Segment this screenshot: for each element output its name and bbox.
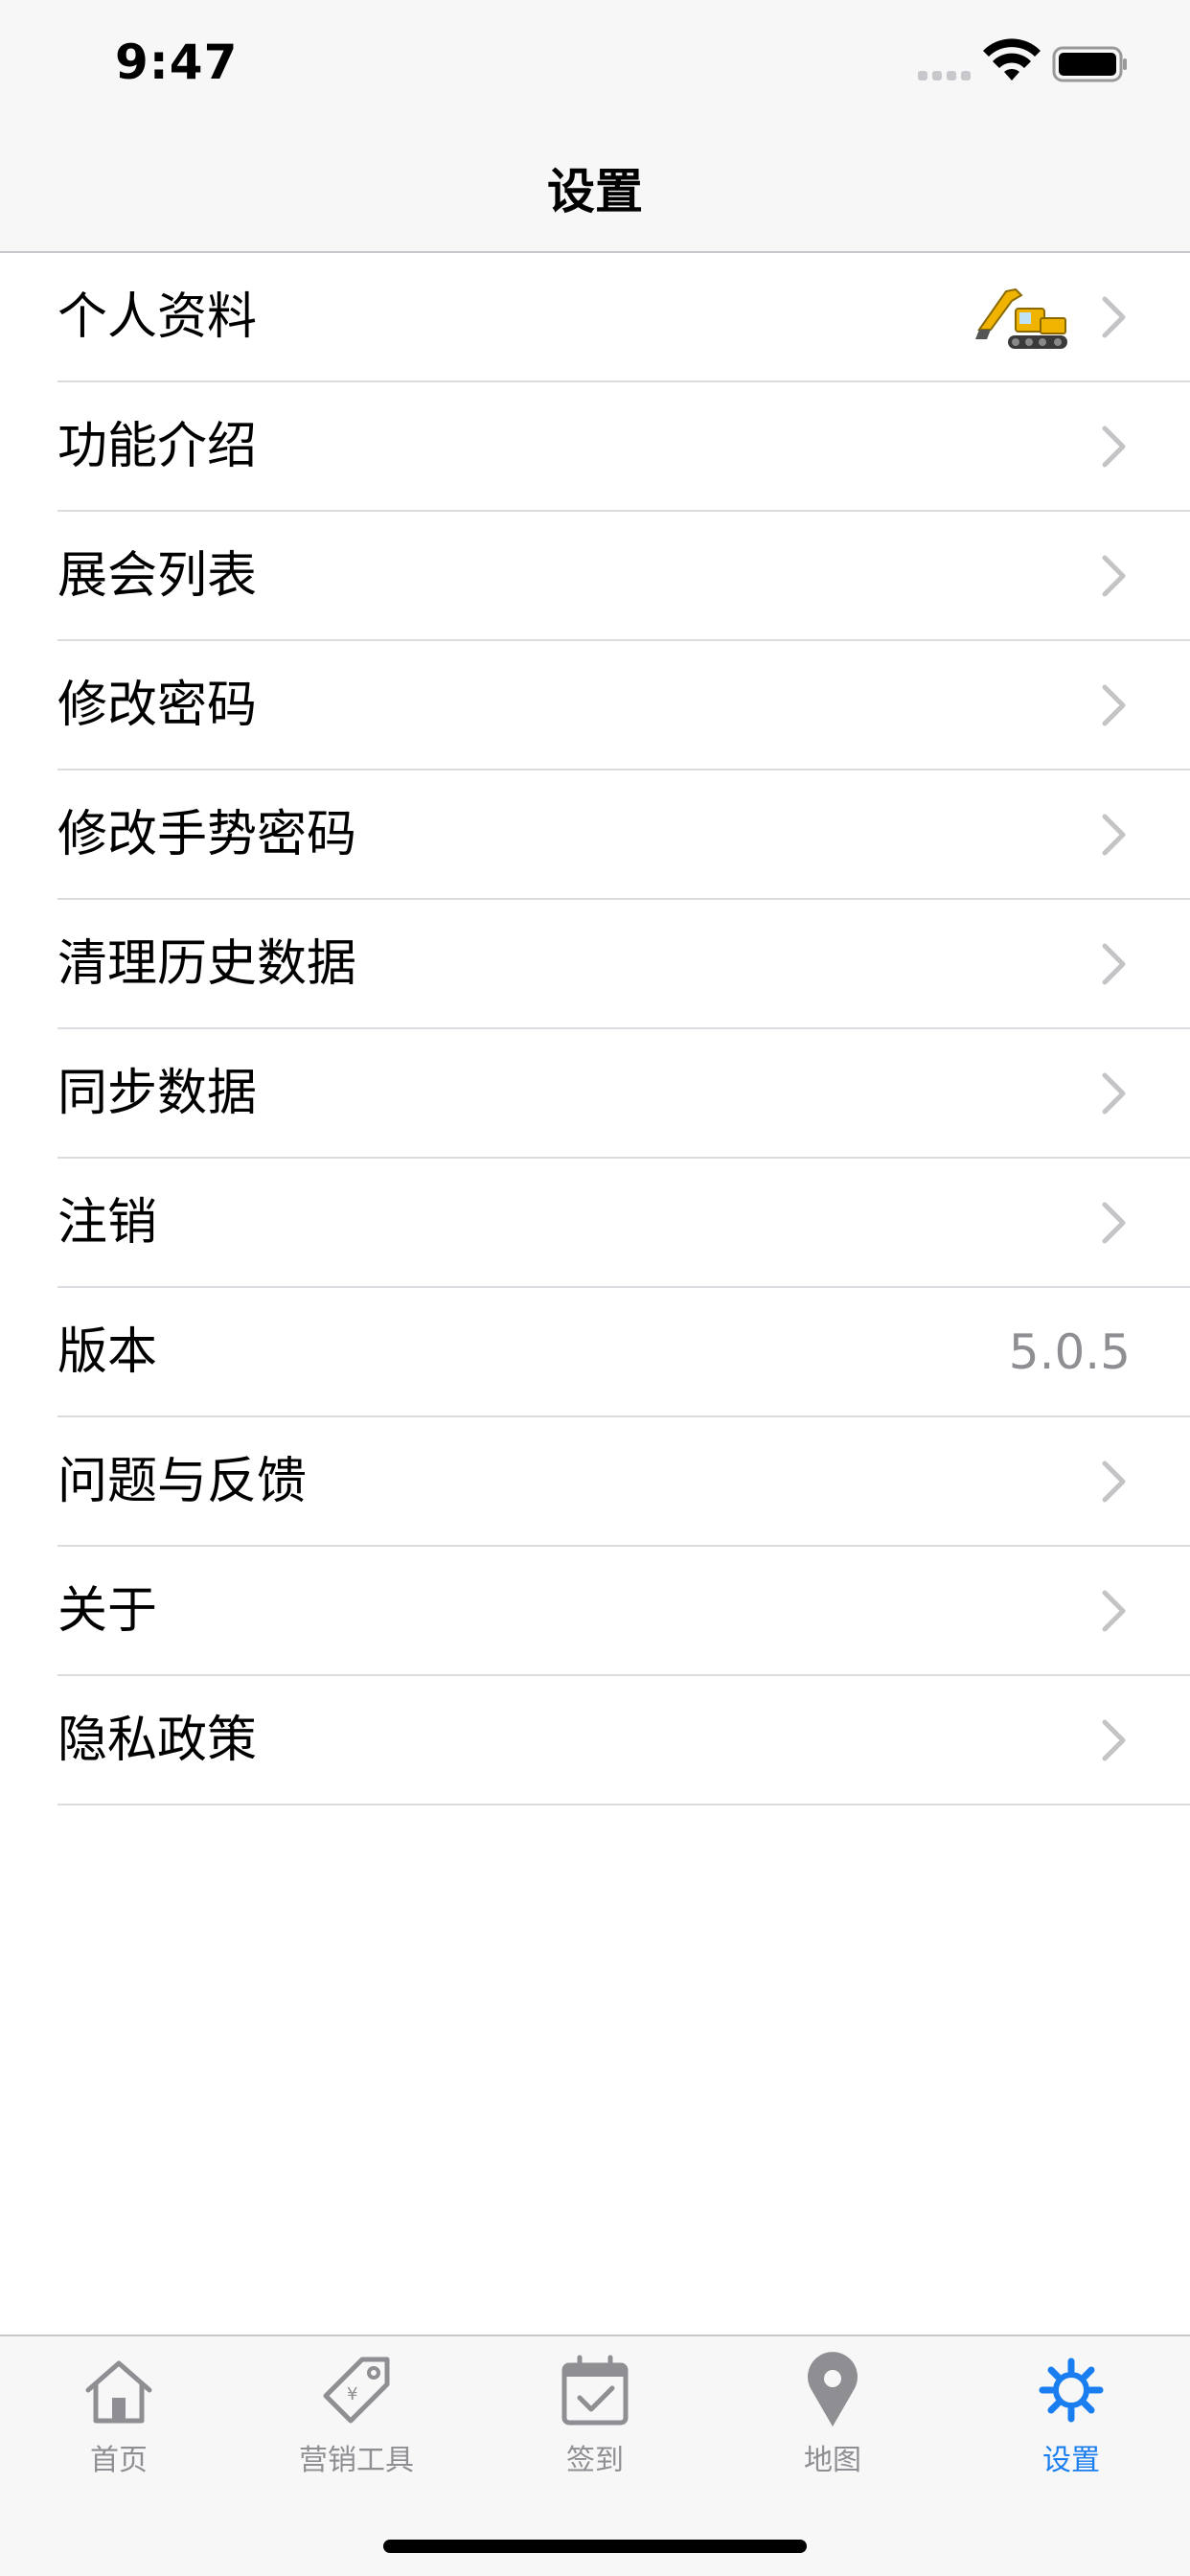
settings-item-change-gesture-password[interactable]: 修改手势密码	[0, 770, 1190, 900]
svg-text:¥: ¥	[347, 2384, 357, 2404]
tab-label: 地图	[804, 2444, 861, 2477]
settings-item-sync-data[interactable]: 同步数据	[0, 1029, 1190, 1159]
chevron-right-icon	[1102, 1590, 1126, 1632]
home-indicator[interactable]	[383, 2540, 807, 2553]
settings-item-change-password[interactable]: 修改密码	[0, 641, 1190, 770]
settings-item-label: 关于	[57, 1582, 158, 1640]
settings-item-clear-history[interactable]: 清理历史数据	[0, 900, 1190, 1029]
settings-item-label: 展会列表	[57, 547, 258, 605]
settings-item-label: 隐私政策	[57, 1712, 258, 1769]
settings-item-privacy[interactable]: 隐私政策	[0, 1676, 1190, 1806]
tab-settings[interactable]: 设置	[952, 2352, 1190, 2496]
tab-marketing-tools[interactable]: ¥ 营销工具	[238, 2352, 475, 2496]
settings-item-profile[interactable]: 个人资料	[0, 253, 1190, 382]
wifi-icon	[983, 38, 1041, 80]
settings-item-label: 注销	[57, 1194, 158, 1252]
chevron-right-icon	[1102, 1460, 1126, 1503]
settings-item-exhibitions[interactable]: 展会列表	[0, 512, 1190, 641]
chevron-right-icon	[1102, 1719, 1126, 1761]
navigation-bar: 9:47 设置	[0, 0, 1190, 253]
tab-label: 签到	[566, 2444, 624, 2477]
map-pin-icon	[808, 2352, 858, 2426]
settings-item-label: 个人资料	[57, 288, 258, 346]
settings-list: 个人资料 功能介绍 展会列表 修改密码 修改手势密码 清理历史数据 同步数据 注…	[0, 253, 1190, 1806]
settings-item-label: 修改手势密码	[57, 806, 357, 863]
tab-map[interactable]: 地图	[714, 2352, 951, 2496]
settings-item-label: 同步数据	[57, 1065, 258, 1122]
page-title: 设置	[547, 164, 643, 219]
settings-item-logout[interactable]: 注销	[0, 1159, 1190, 1288]
price-tag-icon: ¥	[323, 2357, 390, 2424]
tab-label: 营销工具	[299, 2444, 414, 2477]
tab-home[interactable]: 首页	[0, 2352, 238, 2496]
home-icon	[85, 2360, 152, 2424]
chevron-right-icon	[1102, 426, 1126, 468]
calendar-check-icon	[561, 2355, 629, 2426]
settings-item-label: 功能介绍	[57, 418, 258, 475]
chevron-right-icon	[1102, 555, 1126, 597]
settings-item-label: 版本	[57, 1323, 158, 1381]
settings-item-feedback[interactable]: 问题与反馈	[0, 1417, 1190, 1547]
settings-item-version: 版本 5.0.5	[0, 1288, 1190, 1417]
chevron-right-icon	[1102, 1072, 1126, 1115]
battery-icon	[1052, 46, 1127, 82]
tab-label: 首页	[90, 2444, 148, 2477]
settings-item-label: 问题与反馈	[57, 1453, 308, 1510]
version-value: 5.0.5	[1008, 1324, 1131, 1380]
chevron-right-icon	[1102, 814, 1126, 856]
chevron-right-icon	[1102, 1202, 1126, 1244]
status-time: 9:47	[115, 34, 239, 90]
gear-icon	[1039, 2358, 1104, 2423]
tab-checkin[interactable]: 签到	[476, 2352, 714, 2496]
tab-label: 设置	[1042, 2444, 1100, 2477]
chevron-right-icon	[1102, 943, 1126, 985]
settings-item-label: 清理历史数据	[57, 935, 357, 993]
chevron-right-icon	[1102, 684, 1126, 726]
excavator-avatar-icon	[975, 288, 1067, 349]
settings-item-features[interactable]: 功能介绍	[0, 382, 1190, 512]
cellular-signal-icon	[918, 71, 971, 80]
chevron-right-icon	[1102, 296, 1126, 338]
settings-item-about[interactable]: 关于	[0, 1547, 1190, 1676]
settings-item-label: 修改密码	[57, 677, 258, 734]
